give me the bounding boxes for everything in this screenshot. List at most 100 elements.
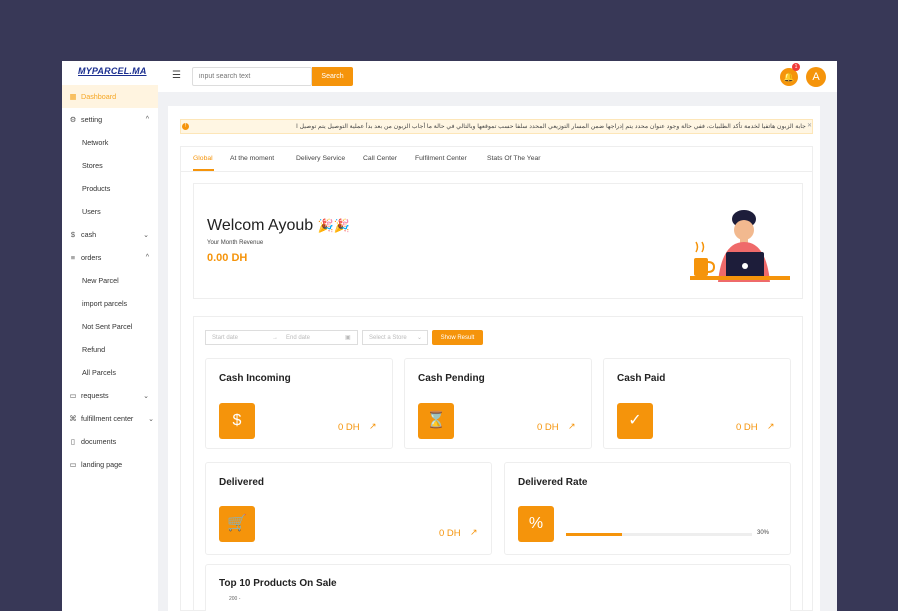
external-link-icon[interactable]: ↗ <box>568 421 576 432</box>
sidebar-item-stores[interactable]: Stores <box>62 154 158 177</box>
sidebar-item-import-parcels[interactable]: import parcels <box>62 292 158 315</box>
sidebar-item-not-sent-parcel[interactable]: Not Sent Parcel <box>62 315 158 338</box>
progress-text: 30% <box>757 530 770 536</box>
date-range-picker[interactable]: Start date → End date ▣ <box>205 330 358 345</box>
card-title: Top 10 Products On Sale <box>219 578 337 589</box>
network-icon: ⌘ <box>69 414 77 423</box>
sidebar-item-label: New Parcel <box>82 276 119 285</box>
card-title: Cash Pending <box>418 373 485 384</box>
grid-icon: ▦ <box>69 92 77 101</box>
welcome-title: Welcom Ayoub 🎉🎉 <box>207 217 350 234</box>
card-value: 0 DH <box>736 422 758 433</box>
alert-banner: جابة الزبون هاتفيا لخدمة تأكد الطلبيات، … <box>180 119 813 134</box>
card-value: 0 DH <box>537 422 559 433</box>
search-input[interactable] <box>192 67 312 86</box>
card-title: Delivered Rate <box>518 477 588 488</box>
folder-icon: ▭ <box>69 391 77 400</box>
sidebar-item-label: Network <box>82 138 109 147</box>
cart-icon: 🛒 <box>219 506 255 542</box>
sidebar-item-landing-page[interactable]: ▭ landing page <box>62 453 158 476</box>
avatar[interactable]: A <box>806 67 826 87</box>
store-select-placeholder: Select a Store <box>369 335 407 341</box>
cash-pending-card: Cash Pending ⌛ 0 DH ↗ <box>404 358 592 449</box>
store-select[interactable]: Select a Store ⌄ <box>362 330 428 345</box>
cash-paid-card: Cash Paid ✓ 0 DH ↗ <box>603 358 791 449</box>
brand-logo[interactable]: MYPARCEL.MA <box>62 61 158 85</box>
hourglass-icon: ⌛ <box>418 403 454 439</box>
sidebar-item-requests[interactable]: ▭ requests ⌄ <box>62 384 158 407</box>
sidebar-item-label: Not Sent Parcel <box>82 322 133 331</box>
search-button[interactable]: Search <box>312 67 353 86</box>
external-link-icon[interactable]: ↗ <box>470 527 478 538</box>
tab-call-center[interactable]: Call Center <box>363 155 397 162</box>
tab-fulfilment-center[interactable]: Fulfilment Center <box>415 155 467 162</box>
tab-at-the-moment[interactable]: At the moment <box>230 155 274 162</box>
sidebar-item-refund[interactable]: Refund <box>62 338 158 361</box>
sidebar-item-label: Products <box>82 184 111 193</box>
close-icon[interactable]: ✕ <box>807 122 812 129</box>
cash-incoming-card: Cash Incoming $ 0 DH ↗ <box>205 358 393 449</box>
progress-fill <box>566 533 622 536</box>
end-date-placeholder: End date <box>286 335 311 341</box>
sidebar-item-label: Users <box>82 207 101 216</box>
warning-icon: ! <box>182 123 189 130</box>
chevron-down-icon: ⌄ <box>143 231 149 239</box>
percent-icon: % <box>518 506 554 542</box>
stats-panel: Start date → End date ▣ Select a Store ⌄… <box>193 316 803 611</box>
top10-products-card: Top 10 Products On Sale 200 - <box>205 564 791 611</box>
sidebar-item-network[interactable]: Network <box>62 131 158 154</box>
y-axis-tick: 200 - <box>229 596 241 602</box>
sidebar-item-label: Stores <box>82 161 103 170</box>
calendar-icon: ▣ <box>345 335 351 341</box>
delivered-rate-progress <box>566 533 752 536</box>
sidebar-item-documents[interactable]: ▯ documents <box>62 430 158 453</box>
chevron-down-icon: ⌄ <box>416 335 422 341</box>
sidebar-item-label: All Parcels <box>82 368 116 377</box>
card-title: Cash Paid <box>617 373 666 384</box>
chevron-down-icon: ⌄ <box>143 392 149 400</box>
sidebar-item-label: requests <box>81 391 109 400</box>
chevron-down-icon: ⌄ <box>148 415 154 423</box>
sidebar-item-label: documents <box>81 437 117 446</box>
welcome-subtitle: Your Month Revenue <box>207 240 264 246</box>
list-icon: ≡ <box>70 253 76 262</box>
card-title: Cash Incoming <box>219 373 291 384</box>
external-link-icon[interactable]: ↗ <box>369 421 377 432</box>
card-title: Delivered <box>219 477 265 488</box>
sidebar-item-label: cash <box>81 230 97 239</box>
sidebar-item-label: Dashboard <box>81 92 117 101</box>
sidebar-item-fulfillment-center[interactable]: ⌘ fulfillment center ⌄ <box>62 407 158 430</box>
dashboard-tabs-panel: Global At the moment Delivery Service Ca… <box>180 146 813 611</box>
tab-stats-of-the-year[interactable]: Stats Of The Year <box>487 155 541 162</box>
chevron-up-icon: ^ <box>145 254 149 261</box>
active-tab-indicator <box>193 169 214 171</box>
sidebar-item-label: setting <box>81 115 103 124</box>
welcome-card: Welcom Ayoub 🎉🎉 Your Month Revenue 0.00 … <box>193 183 803 299</box>
card-value: 0 DH <box>338 422 360 433</box>
sidebar-item-all-parcels[interactable]: All Parcels <box>62 361 158 384</box>
check-icon: ✓ <box>617 403 653 439</box>
external-link-icon[interactable]: ↗ <box>767 421 775 432</box>
gear-icon: ⚙ <box>69 115 77 124</box>
dollar-icon: $ <box>70 230 76 239</box>
delivered-rate-card: Delivered Rate % 30% <box>504 462 791 555</box>
main-content: جابة الزبون هاتفيا لخدمة تأكد الطلبيات، … <box>168 106 820 611</box>
tab-global[interactable]: Global <box>193 155 213 162</box>
sidebar-item-label: orders <box>81 253 102 262</box>
sidebar-item-users[interactable]: Users <box>62 200 158 223</box>
tab-bar: Global At the moment Delivery Service Ca… <box>181 147 812 172</box>
sidebar-item-products[interactable]: Products <box>62 177 158 200</box>
sidebar-item-dashboard[interactable]: ▦ Dashboard <box>62 85 158 108</box>
arrow-right-icon: → <box>272 335 278 341</box>
sidebar-item-label: landing page <box>81 460 123 469</box>
start-date-placeholder: Start date <box>212 335 239 341</box>
show-result-button[interactable]: Show Result <box>432 330 483 345</box>
tab-delivery-service[interactable]: Delivery Service <box>296 155 345 162</box>
sidebar-item-setting[interactable]: ⚙ setting ^ <box>62 108 158 131</box>
menu-toggle-icon[interactable]: ☰ <box>172 70 181 81</box>
sidebar: MYPARCEL.MA ▦ Dashboard ⚙ setting ^ Netw… <box>62 61 158 611</box>
sidebar-item-orders[interactable]: ≡ orders ^ <box>62 246 158 269</box>
sidebar-item-new-parcel[interactable]: New Parcel <box>62 269 158 292</box>
sidebar-item-cash[interactable]: $ cash ⌄ <box>62 223 158 246</box>
top-header: ☰ Search 🔔 1 A <box>158 61 837 92</box>
